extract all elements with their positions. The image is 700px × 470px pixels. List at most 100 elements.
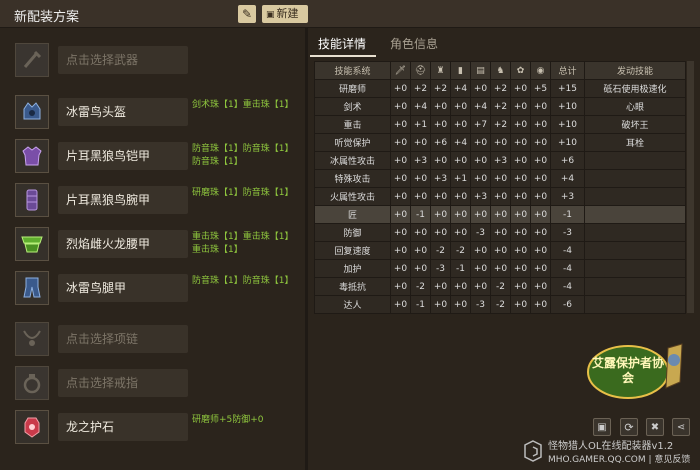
- activated-skill: 破坏王: [584, 115, 686, 134]
- col-weapon: 🗡: [390, 61, 411, 80]
- skill-value: +7: [470, 115, 491, 134]
- activated-skill: [584, 259, 686, 278]
- delete-button[interactable]: ✖: [646, 418, 664, 436]
- necklace-icon: [15, 322, 49, 356]
- table-row[interactable]: 回复速度 +0 +0 -2 -2 +0 +0 +0 +0 -4: [314, 241, 686, 260]
- tab-skill-details[interactable]: 技能详情: [310, 33, 376, 57]
- share-button[interactable]: ⋖: [672, 418, 690, 436]
- arm-slot[interactable]: 片耳黑狼鸟腕甲 研磨珠【1】防音珠【1】: [15, 183, 293, 217]
- skill-name: 剑术: [314, 97, 391, 116]
- jewel-line: 研磨师+5防御+0: [192, 415, 264, 425]
- table-scrollbar-thumb[interactable]: [687, 61, 694, 313]
- jewel-line: 防音珠【1】: [192, 157, 243, 167]
- edit-button[interactable]: ✎: [238, 5, 256, 23]
- table-row[interactable]: 火属性攻击 +0 +0 +0 +0 +3 +0 +0 +0 +3: [314, 187, 686, 206]
- table-row[interactable]: 达人 +0 -1 +0 +0 -3 -2 +0 +0 -6: [314, 295, 686, 314]
- skill-value: +0: [470, 151, 491, 170]
- chest-slot[interactable]: 片耳黑狼鸟铠甲 防音珠【1】防音珠【1】 防音珠【1】: [15, 139, 293, 173]
- weapon-slot[interactable]: 点击选择武器: [15, 43, 188, 77]
- skill-value: -1: [450, 259, 471, 278]
- skill-value: +0: [450, 151, 471, 170]
- col-skill-system: 技能系统: [314, 61, 391, 80]
- helmet-slot[interactable]: 冰雷鸟头盔 剑术珠【1】重击珠【1】: [15, 95, 293, 129]
- skill-value: +0: [510, 295, 531, 314]
- skill-total: -1: [550, 205, 585, 224]
- col-waist: ▤: [470, 61, 491, 80]
- table-row[interactable]: 防御 +0 +0 +0 +0 -3 +0 +0 +0 -3: [314, 223, 686, 242]
- talisman-name[interactable]: 龙之护石: [58, 413, 188, 441]
- table-row[interactable]: 听觉保护 +0 +0 +6 +4 +0 +0 +0 +0 +10 耳栓: [314, 133, 686, 152]
- skill-value: +0: [470, 259, 491, 278]
- skill-value: +0: [390, 277, 411, 296]
- chest-jewels: 防音珠【1】防音珠【1】 防音珠【1】: [192, 143, 293, 169]
- skill-value: +0: [390, 295, 411, 314]
- ring-select[interactable]: 点击选择戒指: [58, 369, 188, 397]
- activated-skill: [584, 295, 686, 314]
- activated-skill: [584, 223, 686, 242]
- col-total: 总计: [550, 61, 585, 80]
- skill-value: +0: [530, 115, 551, 134]
- skill-value: +0: [410, 223, 431, 242]
- arm-name[interactable]: 片耳黑狼鸟腕甲: [58, 186, 188, 214]
- jewel-line: 重击珠【1】重击珠【1】: [192, 232, 294, 242]
- waist-slot[interactable]: 烈焰雌火龙腰甲 重击珠【1】重击珠【1】 重击珠【1】: [15, 227, 294, 261]
- skill-value: +0: [430, 97, 451, 116]
- table-row[interactable]: 冰属性攻击 +0 +3 +0 +0 +0 +3 +0 +0 +6: [314, 151, 686, 170]
- activated-skill: [584, 241, 686, 260]
- helmet-icon: ⛑: [414, 65, 427, 76]
- skill-value: +3: [410, 151, 431, 170]
- skill-value: +0: [390, 97, 411, 116]
- tab-character-info[interactable]: 角色信息: [382, 33, 452, 57]
- table-row[interactable]: 重击 +0 +1 +0 +0 +7 +2 +0 +0 +10 破坏王: [314, 115, 686, 134]
- table-row[interactable]: 加护 +0 +0 -3 -1 +0 +0 +0 +0 -4: [314, 259, 686, 278]
- skill-value: +6: [430, 133, 451, 152]
- waist-name[interactable]: 烈焰雌火龙腰甲: [58, 230, 188, 258]
- activated-skill: [584, 187, 686, 206]
- ring-slot[interactable]: 点击选择戒指: [15, 366, 188, 400]
- skill-value: +0: [390, 259, 411, 278]
- waist-icon: ▤: [476, 65, 485, 76]
- footer-link[interactable]: MHO.GAMER.QQ.COM | 意见反馈: [548, 454, 700, 467]
- ring-icon: [15, 366, 49, 400]
- skill-value: +0: [530, 187, 551, 206]
- document-icon: ▣: [266, 10, 275, 20]
- skill-value: +0: [410, 169, 431, 188]
- refresh-button[interactable]: ⟳: [620, 418, 638, 436]
- skill-value: +0: [510, 169, 531, 188]
- skill-value: +4: [450, 79, 471, 98]
- skill-value: +0: [450, 115, 471, 134]
- table-row[interactable]: 研磨师 +0 +2 +2 +4 +0 +2 +0 +5 +15 砥石使用极速化: [314, 79, 686, 98]
- table-row[interactable]: 毒抵抗 +0 -2 +0 +0 +0 -2 +0 +0 -4: [314, 277, 686, 296]
- weapon-select[interactable]: 点击选择武器: [58, 46, 188, 74]
- skill-total: -4: [550, 241, 585, 260]
- col-activated-skill: 发动技能: [584, 61, 686, 80]
- skill-value: +0: [490, 259, 511, 278]
- legs-name[interactable]: 冰雷鸟腿甲: [58, 274, 188, 302]
- save-button[interactable]: ▣: [593, 418, 611, 436]
- skill-value: +0: [530, 241, 551, 260]
- necklace-slot[interactable]: 点击选择项链: [15, 322, 188, 356]
- skill-value: +0: [510, 115, 531, 134]
- refresh-icon: ⟳: [624, 420, 634, 434]
- skill-value: +2: [430, 79, 451, 98]
- skill-value: +0: [430, 115, 451, 134]
- table-row[interactable]: 特殊攻击 +0 +0 +3 +1 +0 +0 +0 +0 +4: [314, 169, 686, 188]
- legs-jewels: 防音珠【1】防音珠【1】: [192, 275, 293, 288]
- weapon-icon: [15, 43, 49, 77]
- legs-slot[interactable]: 冰雷鸟腿甲 防音珠【1】防音珠【1】: [15, 271, 293, 305]
- col-chest: ♜: [430, 61, 451, 80]
- table-row[interactable]: 剑术 +0 +4 +0 +0 +4 +2 +0 +0 +10 心眼: [314, 97, 686, 116]
- legs-icon: [15, 271, 49, 305]
- col-helmet: ⛑: [410, 61, 431, 80]
- necklace-select[interactable]: 点击选择项链: [58, 325, 188, 353]
- helmet-name[interactable]: 冰雷鸟头盔: [58, 98, 188, 126]
- new-button[interactable]: ▣ 新建: [262, 5, 308, 23]
- skill-name: 回复速度: [314, 241, 391, 260]
- chest-name[interactable]: 片耳黑狼鸟铠甲: [58, 142, 188, 170]
- skill-value: +0: [390, 133, 411, 152]
- skill-value: +4: [450, 133, 471, 152]
- talisman-slot[interactable]: 龙之护石 研磨师+5防御+0: [15, 410, 292, 444]
- activated-skill: 心眼: [584, 97, 686, 116]
- gamer-logo-icon: [524, 440, 542, 462]
- table-row[interactable]: 匠 +0 -1 +0 +0 +0 +0 +0 +0 -1: [314, 205, 686, 224]
